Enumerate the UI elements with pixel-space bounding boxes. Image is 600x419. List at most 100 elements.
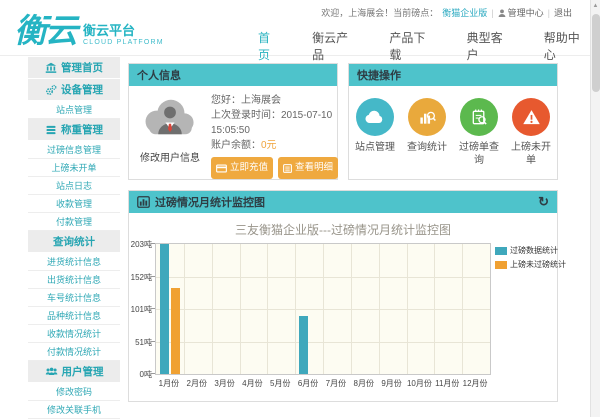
logo-text: 衡云 (14, 4, 76, 52)
sidebar-item-车号统计信息[interactable]: 车号统计信息 (28, 289, 120, 307)
legend-swatch (495, 247, 507, 255)
y-axis-label: 152吨 (129, 272, 152, 283)
doc-search-icon (460, 98, 498, 136)
quick-action-上磅未开单[interactable]: 上磅未开单 (505, 98, 557, 167)
sidebar-section-管理首页[interactable]: 管理首页 (28, 57, 120, 78)
sidebar-label: 修改关联手机 (47, 403, 101, 416)
x-axis-label: 2月份 (183, 378, 211, 389)
scrollbar-up-arrow[interactable]: ▲ (591, 0, 600, 12)
quick-action-站点管理[interactable]: 站点管理 (349, 98, 401, 167)
account-link[interactable]: 衡猫企业版 (442, 6, 487, 19)
scrollbar-thumb[interactable] (592, 14, 600, 92)
view-detail-button[interactable]: 查看明细 (278, 157, 338, 179)
recharge-button[interactable]: 立即充值 (211, 157, 273, 179)
y-axis-label: 101吨 (129, 304, 152, 315)
legend-item-上磅未过磅统计[interactable]: 上磅未过磅统计 (495, 259, 566, 270)
sidebar-item-收款情况统计[interactable]: 收款情况统计 (28, 325, 120, 343)
x-axis-label: 11月份 (433, 378, 461, 389)
gridline-v (462, 244, 463, 374)
sidebar-section-用户管理[interactable]: 用户管理 (28, 361, 120, 382)
separator: | (491, 8, 493, 18)
quick-action-查询统计[interactable]: 查询统计 (401, 98, 453, 167)
bar-chart-icon (137, 196, 150, 208)
page-header: 衡云 衡云平台 CLOUD PLATFORM 欢迎，上海展会！当前磅点： 衡猫企… (0, 0, 590, 56)
chart-panel: 过磅情况月统计监控图 ↻ 三友衡猫企业版---过磅情况月统计监控图 过磅数据统计… (128, 190, 558, 402)
sidebar-label: 站点日志 (56, 179, 92, 192)
sidebar-item-站点管理[interactable]: 站点管理 (28, 101, 120, 119)
quick-action-label: 上磅未开单 (505, 142, 557, 167)
card-icon (216, 164, 227, 173)
page-scrollbar[interactable]: ▲ (590, 0, 600, 417)
sidebar-label: 修改密码 (56, 385, 92, 398)
list-detail-icon (283, 164, 292, 173)
sidebar-item-品种统计信息[interactable]: 品种统计信息 (28, 307, 120, 325)
quick-action-label: 站点管理 (349, 142, 401, 155)
sidebar-label: 收款管理 (56, 197, 92, 210)
sidebar-label: 进货统计信息 (47, 255, 101, 268)
separator: | (548, 8, 550, 18)
sidebar-item-付款管理[interactable]: 付款管理 (28, 213, 120, 231)
user-avatar (141, 94, 199, 140)
sidebar-label: 过磅信息管理 (47, 143, 101, 156)
legend-item-过磅数据统计[interactable]: 过磅数据统计 (495, 245, 566, 256)
logo-subtitle: 衡云平台 CLOUD PLATFORM (83, 20, 164, 46)
brand-logo[interactable]: 衡云 衡云平台 CLOUD PLATFORM (14, 4, 164, 52)
sidebar-item-修改关联手机[interactable]: 修改关联手机 (28, 401, 120, 419)
sidebar-item-进货统计信息[interactable]: 进货统计信息 (28, 253, 120, 271)
chart-search-icon (408, 98, 446, 136)
list-icon (45, 124, 57, 136)
quick-actions-panel: 快捷操作 站点管理查询统计过磅单查询上磅未开单 (348, 63, 558, 180)
sidebar-item-收款管理[interactable]: 收款管理 (28, 195, 120, 213)
sidebar-label: 上磅未开单 (51, 161, 96, 174)
warning-icon (512, 98, 550, 136)
sidebar-item-出货统计信息[interactable]: 出货统计信息 (28, 271, 120, 289)
gridline-v (212, 244, 213, 374)
sidebar-item-修改密码[interactable]: 修改密码 (28, 383, 120, 401)
x-axis-label: 7月份 (322, 378, 350, 389)
logout-link[interactable]: 退出 (554, 6, 572, 19)
sidebar-item-站点日志[interactable]: 站点日志 (28, 177, 120, 195)
quick-action-过磅单查询[interactable]: 过磅单查询 (453, 98, 505, 167)
y-axis-tick (151, 308, 155, 309)
profile-info: 您好：上海展会 上次登录时间：2015-07-10 15:05:50 账户余额：… (211, 93, 333, 179)
sidebar-label: 付款情况统计 (47, 345, 101, 358)
sidebar-item-上磅未开单[interactable]: 上磅未开单 (28, 159, 120, 177)
gridline-v (267, 244, 268, 374)
admin-center-link[interactable]: 管理中心 (498, 6, 544, 19)
last-login-text: 上次登录时间：2015-07-10 15:05:50 (211, 108, 333, 138)
edit-user-info-link[interactable]: 修改用户信息 (135, 149, 205, 164)
sidebar-label: 车号统计信息 (47, 291, 101, 304)
profile-panel-title: 个人信息 (137, 67, 181, 83)
sidebar-section-查询统计[interactable]: 查询统计 (28, 231, 120, 252)
welcome-text: 欢迎，上海展会！当前磅点： (321, 6, 438, 19)
sidebar-label: 用户管理 (62, 364, 104, 379)
quick-panel-header: 快捷操作 (349, 64, 557, 86)
gridline-v (295, 244, 296, 374)
bar-过磅数据统计-1月份 (160, 244, 169, 374)
sidebar-item-付款情况统计[interactable]: 付款情况统计 (28, 343, 120, 361)
y-axis-label: 203吨 (129, 239, 152, 250)
x-axis-label: 10月份 (405, 378, 433, 389)
sidebar-section-称重管理[interactable]: 称重管理 (28, 119, 120, 140)
legend-label: 上磅未过磅统计 (510, 259, 566, 270)
greeting-text: 您好：上海展会 (211, 93, 333, 108)
sidebar-item-过磅信息管理[interactable]: 过磅信息管理 (28, 141, 120, 159)
y-axis-label: 0吨 (129, 369, 152, 380)
profile-panel: 个人信息 修改用户信息 您好：上海展会 上次登录时间：2015-07-10 1 (128, 63, 338, 180)
chart-panel-header: 过磅情况月统计监控图 ↻ (129, 191, 557, 213)
sidebar-section-设备管理[interactable]: 设备管理 (28, 79, 120, 100)
logo-title-cn: 衡云平台 (83, 20, 164, 39)
sidebar-label: 品种统计信息 (47, 309, 101, 322)
y-axis-tick (151, 276, 155, 277)
chart-panel-title: 过磅情况月统计监控图 (155, 194, 265, 210)
sidebar-label: 称重管理 (61, 122, 103, 137)
app-root: 衡云 衡云平台 CLOUD PLATFORM 欢迎，上海展会！当前磅点： 衡猫企… (0, 0, 600, 417)
refresh-icon[interactable]: ↻ (538, 194, 549, 210)
x-axis-label: 8月份 (350, 378, 378, 389)
x-axis-label: 6月份 (294, 378, 322, 389)
chart-legend: 过磅数据统计上磅未过磅统计 (495, 245, 566, 273)
quick-panel-title: 快捷操作 (357, 67, 401, 83)
bar-上磅未过磅统计-1月份 (171, 288, 180, 374)
chart-body: 三友衡猫企业版---过磅情况月统计监控图 过磅数据统计上磅未过磅统计 0吨51吨… (129, 213, 557, 401)
sidebar-label: 收款情况统计 (47, 327, 101, 340)
